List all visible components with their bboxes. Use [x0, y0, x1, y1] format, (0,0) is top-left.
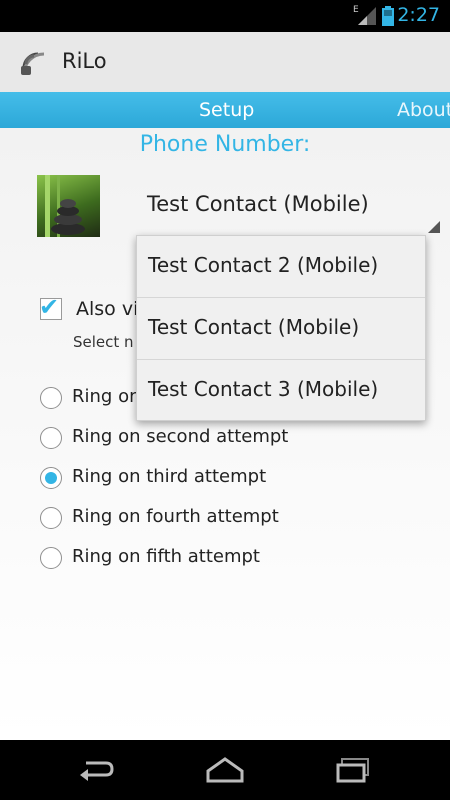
radio-label: Ring on fifth attempt: [72, 546, 260, 567]
radio-button[interactable]: [40, 547, 62, 569]
vibrate-label: Also vi: [76, 298, 139, 320]
radio-label: Ring on fourth attempt: [72, 506, 279, 527]
battery-icon: [382, 6, 394, 26]
radio-label: Ring on: [72, 386, 141, 407]
dropdown-caret-icon: [428, 221, 440, 233]
recents-icon[interactable]: [334, 755, 374, 785]
status-bar: E 2:27: [0, 0, 450, 32]
spinner-selected-value: Test Contact (Mobile): [147, 192, 369, 216]
dropdown-option-label: Test Contact 3 (Mobile): [148, 377, 379, 401]
select-hint: Select n: [73, 333, 134, 351]
dropdown-option[interactable]: Test Contact 2 (Mobile): [137, 236, 425, 298]
tab-bar: Setup About: [0, 92, 450, 128]
app-title: RiLo: [62, 49, 107, 73]
phone-number-heading: Phone Number:: [139, 132, 311, 157]
clock: 2:27: [397, 4, 440, 26]
action-bar: RiLo: [0, 32, 450, 93]
tab-setup[interactable]: Setup: [199, 99, 254, 121]
back-icon[interactable]: [76, 755, 116, 785]
contact-dropdown: Test Contact 2 (Mobile) Test Contact (Mo…: [136, 235, 426, 421]
contact-photo[interactable]: [37, 175, 100, 237]
wifi-rss-icon[interactable]: [20, 46, 50, 76]
radio-button[interactable]: [40, 507, 62, 529]
radio-button[interactable]: [40, 427, 62, 449]
navigation-bar: [0, 740, 450, 800]
radio-label: Ring on second attempt: [72, 426, 289, 447]
radio-label: Ring on third attempt: [72, 466, 267, 487]
setup-content: Phone Number: Test Contact (Mobile) ✔ Al…: [0, 128, 450, 740]
vibrate-checkbox[interactable]: ✔: [39, 293, 62, 321]
tab-about[interactable]: About: [397, 99, 450, 121]
radio-button-selected[interactable]: [40, 467, 62, 489]
signal-icon: [358, 7, 376, 25]
dropdown-option-label: Test Contact 2 (Mobile): [148, 253, 379, 277]
dropdown-option-label: Test Contact (Mobile): [148, 315, 360, 339]
contact-spinner[interactable]: Test Contact (Mobile): [137, 183, 440, 233]
checkmark-icon: ✔: [39, 293, 60, 321]
dropdown-option[interactable]: Test Contact 3 (Mobile): [137, 360, 425, 421]
dropdown-option[interactable]: Test Contact (Mobile): [137, 298, 425, 360]
radio-button[interactable]: [40, 387, 62, 409]
home-icon[interactable]: [204, 755, 246, 785]
